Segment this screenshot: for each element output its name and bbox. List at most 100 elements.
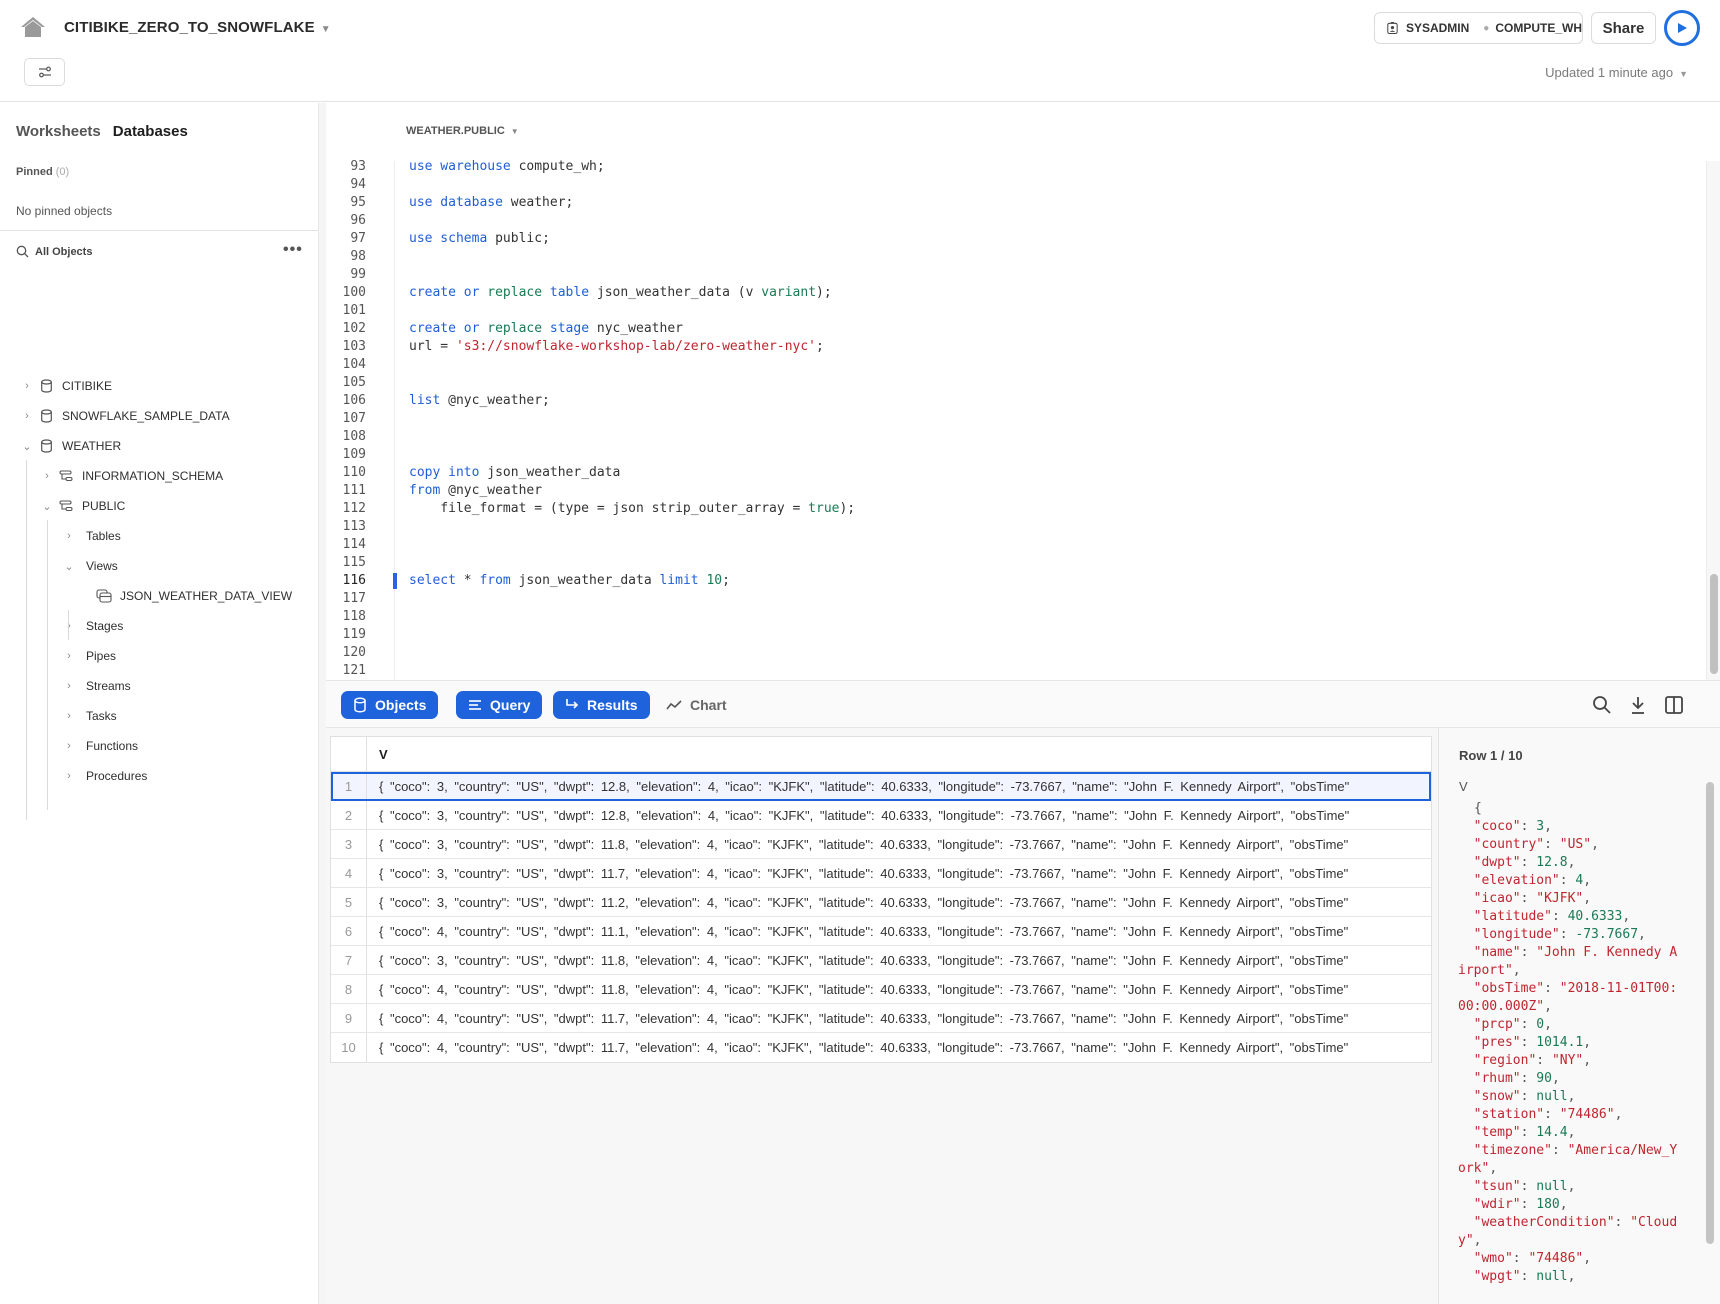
tree-item-views[interactable]: ⌄ Views bbox=[62, 555, 118, 577]
chevron-right-icon[interactable]: › bbox=[20, 410, 34, 422]
chevron-right-icon[interactable]: › bbox=[40, 470, 54, 482]
code-line[interactable]: use warehouse compute_wh; bbox=[409, 158, 605, 176]
split-panel-icon[interactable] bbox=[1664, 695, 1684, 715]
chevron-right-icon[interactable]: › bbox=[62, 740, 76, 752]
table-row[interactable]: 6{ "coco": 4, "country": "US", "dwpt": 1… bbox=[331, 917, 1431, 946]
code-line[interactable]: create or replace table json_weather_dat… bbox=[409, 284, 832, 302]
row-number: 3 bbox=[331, 830, 367, 858]
search-icon[interactable] bbox=[1592, 695, 1612, 715]
database-icon bbox=[354, 697, 366, 713]
table-row[interactable]: 2{ "coco": 3, "country": "US", "dwpt": 1… bbox=[331, 801, 1431, 830]
json-line: "pres": 1014.1, bbox=[1458, 1035, 1592, 1050]
cell-v[interactable]: { "coco": 4, "country": "US", "dwpt": 11… bbox=[367, 975, 1348, 1003]
tree-item-procedures[interactable]: › Procedures bbox=[62, 765, 147, 787]
code-line[interactable]: select * from json_weather_data limit 10… bbox=[409, 572, 730, 590]
table-row[interactable]: 1{ "coco": 3, "country": "US", "dwpt": 1… bbox=[331, 772, 1431, 801]
table-row[interactable]: 8{ "coco": 4, "country": "US", "dwpt": 1… bbox=[331, 975, 1431, 1004]
cell-v[interactable]: { "coco": 3, "country": "US", "dwpt": 11… bbox=[367, 888, 1348, 916]
tree-item-weather[interactable]: ⌄ WEATHER bbox=[20, 435, 121, 457]
row-number: 8 bbox=[331, 975, 367, 1003]
chevron-right-icon[interactable]: › bbox=[62, 680, 76, 692]
code-line[interactable]: from @nyc_weather bbox=[409, 482, 542, 500]
editor-scrollbar[interactable] bbox=[1706, 161, 1720, 680]
detail-scroll-thumb[interactable] bbox=[1706, 782, 1714, 1244]
tree-item-label: Streams bbox=[86, 679, 131, 693]
code-line[interactable]: list @nyc_weather; bbox=[409, 392, 550, 410]
json-line: "temp": 14.4, bbox=[1458, 1125, 1576, 1140]
download-icon[interactable] bbox=[1628, 695, 1648, 715]
database-schema-selector[interactable]: WEATHER.PUBLIC ▼ bbox=[406, 125, 519, 137]
tree-item-tasks[interactable]: › Tasks bbox=[62, 705, 117, 727]
chevron-right-icon[interactable]: › bbox=[62, 710, 76, 722]
tree-item-label: Views bbox=[86, 559, 118, 573]
json-line: "obsTime": "2018-11-01T00:00:00.000Z", bbox=[1458, 981, 1678, 1014]
table-row[interactable]: 7{ "coco": 3, "country": "US", "dwpt": 1… bbox=[331, 946, 1431, 975]
row-number: 10 bbox=[331, 1033, 367, 1062]
row-number: 9 bbox=[331, 1004, 367, 1032]
column-header-v[interactable]: V bbox=[367, 737, 388, 771]
run-button[interactable] bbox=[1664, 10, 1700, 46]
sql-editor[interactable]: WEATHER.PUBLIC ▼ 93 use warehouse compute_… bbox=[326, 103, 1720, 680]
code-line[interactable]: use database weather; bbox=[409, 194, 573, 212]
code-line[interactable]: create or replace stage nyc_weather bbox=[409, 320, 683, 338]
cell-v[interactable]: { "coco": 3, "country": "US", "dwpt": 11… bbox=[367, 859, 1348, 887]
code-line[interactable]: copy into json_weather_data bbox=[409, 464, 620, 482]
detail-scrollbar[interactable] bbox=[1705, 778, 1715, 1304]
share-button[interactable]: Share bbox=[1591, 12, 1656, 44]
tab-databases[interactable]: Databases bbox=[113, 123, 188, 140]
json-line: "region": "NY", bbox=[1458, 1053, 1592, 1068]
chevron-right-icon[interactable]: › bbox=[62, 770, 76, 782]
updated-status[interactable]: Updated 1 minute ago ▼ bbox=[1545, 65, 1688, 80]
worksheet-title[interactable]: CITIBIKE_ZERO_TO_SNOWFLAKE ▼ bbox=[64, 19, 331, 36]
cell-v[interactable]: { "coco": 3, "country": "US", "dwpt": 11… bbox=[367, 830, 1348, 858]
tree-item-information-schema[interactable]: › INFORMATION_SCHEMA bbox=[40, 465, 223, 487]
chevron-down-icon[interactable]: ⌄ bbox=[40, 500, 54, 513]
cell-v[interactable]: { "coco": 3, "country": "US", "dwpt": 12… bbox=[367, 772, 1349, 800]
home-icon[interactable] bbox=[20, 16, 46, 38]
results-button[interactable]: Results bbox=[553, 691, 650, 719]
table-row[interactable]: 4{ "coco": 3, "country": "US", "dwpt": 1… bbox=[331, 859, 1431, 888]
query-button[interactable]: Query bbox=[456, 691, 543, 719]
tree-item-json-weather-data-view[interactable]: JSON_WEATHER_DATA_VIEW bbox=[92, 585, 292, 607]
editor-scroll-thumb[interactable] bbox=[1710, 574, 1718, 674]
code-line[interactable]: file_format = (type = json strip_outer_a… bbox=[409, 500, 855, 518]
tree-item-functions[interactable]: › Functions bbox=[62, 735, 138, 757]
cell-v[interactable]: { "coco": 3, "country": "US", "dwpt": 11… bbox=[367, 946, 1348, 974]
tree-item-label: Procedures bbox=[86, 769, 148, 783]
tree-item-label: Functions bbox=[86, 739, 139, 753]
chevron-right-icon[interactable]: › bbox=[62, 650, 76, 662]
role-warehouse-selector[interactable]: SYSADMIN ● COMPUTE_WH bbox=[1374, 12, 1583, 44]
chevron-right-icon[interactable]: › bbox=[62, 530, 76, 542]
code-line[interactable]: use schema public; bbox=[409, 230, 550, 248]
chevron-right-icon[interactable]: › bbox=[62, 620, 76, 632]
cell-v[interactable]: { "coco": 3, "country": "US", "dwpt": 12… bbox=[367, 801, 1349, 829]
tree-item-pipes[interactable]: › Pipes bbox=[62, 645, 116, 667]
tree-item-citibike[interactable]: › CITIBIKE bbox=[20, 375, 112, 397]
chevron-down-icon[interactable]: ⌄ bbox=[20, 440, 34, 453]
tab-worksheets[interactable]: Worksheets bbox=[16, 123, 101, 140]
filter-settings-button[interactable] bbox=[24, 58, 65, 86]
line-number: 112 bbox=[342, 501, 366, 516]
cell-v[interactable]: { "coco": 4, "country": "US", "dwpt": 11… bbox=[367, 1033, 1348, 1062]
chevron-right-icon[interactable]: › bbox=[20, 380, 34, 392]
table-row[interactable]: 9{ "coco": 4, "country": "US", "dwpt": 1… bbox=[331, 1004, 1431, 1033]
code-line[interactable]: url = 's3://snowflake-workshop-lab/zero-… bbox=[409, 338, 824, 356]
table-row[interactable]: 10{ "coco": 4, "country": "US", "dwpt": … bbox=[331, 1033, 1431, 1062]
tree-item-streams[interactable]: › Streams bbox=[62, 675, 131, 697]
chevron-down-icon[interactable]: ⌄ bbox=[62, 560, 76, 573]
chart-tab[interactable]: Chart bbox=[666, 691, 727, 719]
cell-v[interactable]: { "coco": 4, "country": "US", "dwpt": 11… bbox=[367, 1004, 1348, 1032]
objects-button[interactable]: Objects bbox=[341, 691, 439, 719]
sidebar-resize-handle[interactable] bbox=[318, 103, 326, 1304]
tree-item-snowflake-sample-data[interactable]: › SNOWFLAKE_SAMPLE_DATA bbox=[20, 405, 229, 427]
all-objects-search[interactable]: All Objects bbox=[16, 245, 92, 258]
table-row[interactable]: 5{ "coco": 3, "country": "US", "dwpt": 1… bbox=[331, 888, 1431, 917]
tree-item-public[interactable]: ⌄ PUBLIC bbox=[40, 495, 125, 517]
more-options-icon[interactable]: ••• bbox=[283, 241, 303, 259]
table-row[interactable]: 3{ "coco": 3, "country": "US", "dwpt": 1… bbox=[331, 830, 1431, 859]
json-line: "timezone": "America/New_York", bbox=[1458, 1143, 1678, 1176]
cell-v[interactable]: { "coco": 4, "country": "US", "dwpt": 11… bbox=[367, 917, 1348, 945]
tree-item-label: CITIBIKE bbox=[62, 379, 113, 393]
tree-item-stages[interactable]: › Stages bbox=[62, 615, 123, 637]
tree-item-tables[interactable]: › Tables bbox=[62, 525, 121, 547]
